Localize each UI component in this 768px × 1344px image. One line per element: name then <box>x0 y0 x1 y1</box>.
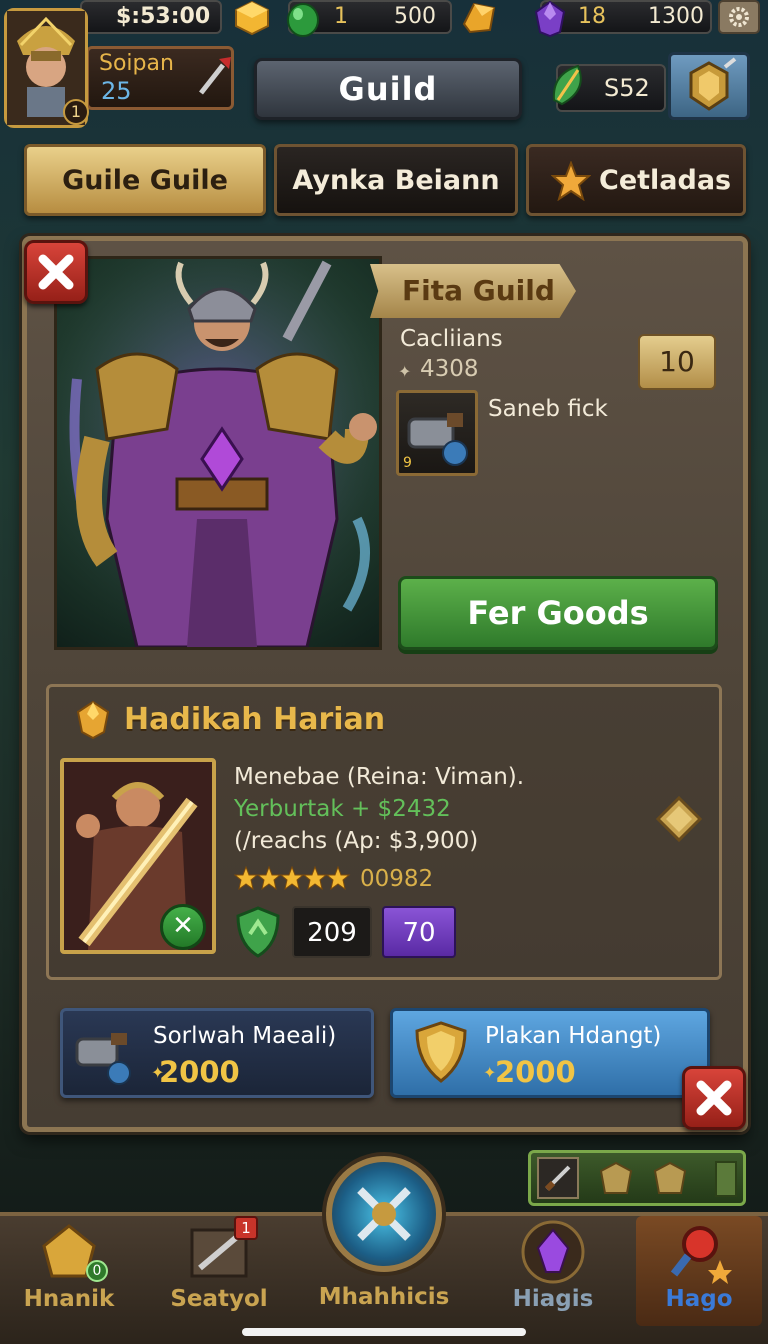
offer-1-label: Sorlwah Maeali) <box>153 1023 337 1049</box>
nav-item-hago[interactable]: Hago <box>636 1216 762 1326</box>
nav-label-mhahhicis: Mhahhicis <box>318 1284 450 1310</box>
shield-leaf-icon <box>232 904 284 960</box>
item-level: 9 <box>403 455 412 471</box>
star-rating <box>234 866 352 892</box>
item-name: Saneb fick <box>488 396 608 422</box>
close-icon <box>696 1080 732 1116</box>
hero-portrait <box>54 256 382 650</box>
daily-line-2: Yerburtak + $2432 <box>234 796 451 822</box>
count-badge: 10 <box>638 334 716 390</box>
page-title: Guild <box>254 58 522 120</box>
close-button[interactable] <box>24 240 88 304</box>
gem-total: 1300 <box>648 4 704 29</box>
nav-item-hiagis[interactable]: Hiagis <box>490 1216 616 1326</box>
nav-item-seatyol[interactable]: 1 Seatyol <box>156 1216 282 1326</box>
item-slot[interactable]: 9 <box>396 390 478 476</box>
crossed-weapons-icon <box>357 1187 411 1241</box>
nav-item-mhahhicis[interactable]: Mhahhicis <box>300 1152 468 1332</box>
tab-cetladas[interactable]: Cetladas <box>526 144 746 216</box>
timer-pill: $:53:00 <box>80 0 222 34</box>
dagger-icon <box>544 1165 571 1192</box>
quick-slot-4[interactable] <box>715 1161 737 1197</box>
hero-card[interactable]: ✕ <box>60 758 216 954</box>
rank-value: 1 <box>70 102 82 121</box>
daily-line-3: (/reachs (Ap: $3,900) <box>234 828 479 854</box>
quick-slot-2[interactable] <box>595 1157 637 1199</box>
daily-line-1: Menebae (Reina: Viman). <box>234 764 525 790</box>
gold-shield-icon <box>415 1021 467 1083</box>
nav-item-hnanik[interactable]: 0 Hnanik <box>6 1216 132 1326</box>
weapon-icon <box>193 55 233 99</box>
offer-1-price: 2000 <box>159 1055 240 1089</box>
guild-banner: Fita Guild <box>370 264 576 318</box>
supply-bag-icon <box>599 1161 633 1194</box>
guild-category: Cacliians <box>400 326 503 352</box>
profile-plate[interactable]: Soipan 25 <box>86 46 234 110</box>
nav-label-hago: Hago <box>665 1286 733 1312</box>
guild-value: 4308 <box>420 356 479 382</box>
offer-2-price: 2000 <box>495 1055 576 1089</box>
home-indicator <box>242 1328 526 1336</box>
nav-badge-0-value: 0 <box>92 1263 102 1279</box>
nav-badge-1-value: 1 <box>241 1219 251 1237</box>
star-icon <box>551 161 591 201</box>
quick-slot-3[interactable] <box>649 1157 691 1199</box>
emerald-icon <box>284 0 322 38</box>
nav-badge-1: 1 <box>234 1216 258 1240</box>
gem-shield-icon <box>689 57 737 111</box>
nav-label-hnanik: Hnanik <box>23 1286 115 1312</box>
daily-title: Hadikah Harian <box>124 702 386 737</box>
close-offer-button[interactable] <box>682 1066 746 1130</box>
emerald-count: 1 <box>334 4 348 29</box>
gold-bar-icon[interactable] <box>232 0 272 36</box>
gold-count: 500 <box>394 4 436 29</box>
player-avatar[interactable]: 1 <box>4 8 89 128</box>
quick-slot-1[interactable] <box>537 1157 579 1199</box>
cannon-icon <box>75 1033 131 1085</box>
close-icon <box>38 254 74 290</box>
shop-button[interactable] <box>668 52 750 120</box>
player-level: 25 <box>101 77 132 105</box>
gem-count: 18 <box>578 4 606 29</box>
offer-card-2[interactable]: Plakan Hdangt) ✦ 2000 <box>390 1008 710 1098</box>
rating-value: 00982 <box>360 866 434 892</box>
offer-card-1[interactable]: Sorlwah Maeali) ✦ 2000 <box>60 1008 374 1098</box>
daily-gem-icon <box>74 700 112 740</box>
center-emblem <box>326 1156 442 1272</box>
stat-box-2: 70 <box>382 906 456 958</box>
tab-guile-guile[interactable]: Guile Guile <box>24 144 266 216</box>
scroll-diamond-icon[interactable] <box>656 796 702 842</box>
member-icon: ✦ <box>398 362 412 381</box>
magnifier-icon <box>670 1226 732 1284</box>
currency-value: S52 <box>604 74 650 102</box>
purple-crystal-icon <box>521 1220 585 1284</box>
tab-cetladas-label: Cetladas <box>599 165 732 196</box>
nav-label-seatyol: Seatyol <box>170 1286 268 1312</box>
nav-label-hiagis: Hiagis <box>512 1286 594 1312</box>
supply-bag-icon <box>653 1161 687 1194</box>
settings-gear-icon[interactable] <box>718 0 760 34</box>
stat-box-1: 209 <box>292 906 372 958</box>
fer-goods-button[interactable]: Fer Goods <box>398 576 718 650</box>
offer-2-label: Plakan Hdangt) <box>485 1023 662 1049</box>
rank-badge: 1 <box>63 99 89 125</box>
tab-aynka-beiann[interactable]: Aynka Beiann <box>274 144 518 216</box>
gold-nugget-icon[interactable] <box>460 0 498 36</box>
timer-value: $:53:00 <box>116 4 211 29</box>
card-remove-button[interactable]: ✕ <box>160 904 206 950</box>
nav-badge-0: 0 <box>86 1260 108 1282</box>
quick-slot-bar <box>528 1150 746 1206</box>
green-leaf-icon <box>548 60 592 108</box>
player-name: Soipan <box>99 51 174 76</box>
purple-gem-icon <box>532 0 568 38</box>
